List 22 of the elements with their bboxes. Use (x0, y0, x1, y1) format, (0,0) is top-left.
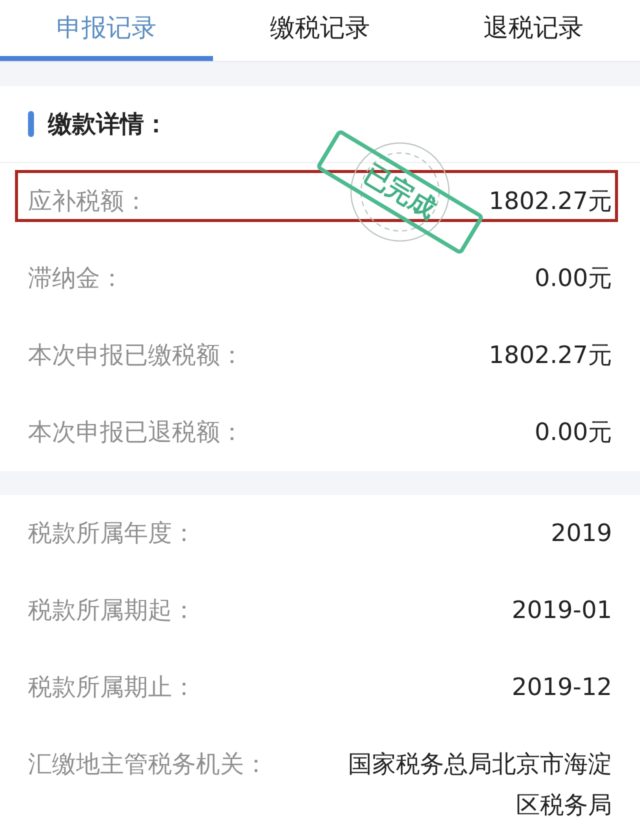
field-label: 本次申报已退税额： (28, 417, 244, 448)
field-label: 应补税额： (28, 186, 148, 217)
seal-ring-icon (350, 142, 450, 242)
section-marker-icon (28, 111, 34, 137)
field-value: 国家税务总局北京市海淀区税务局 (347, 749, 612, 821)
field-label: 税款所属年度： (28, 518, 196, 549)
field-label: 税款所属期起： (28, 595, 196, 626)
field-value: 1802.27元 (488, 340, 612, 371)
field-value: 2019-01 (512, 595, 612, 626)
field-label: 税款所属期止： (28, 672, 196, 703)
field-label: 本次申报已缴税额： (28, 340, 244, 371)
field-value: 0.00元 (534, 263, 612, 294)
field-label: 汇缴地主管税务机关： (28, 749, 268, 780)
field-label: 滞纳金： (28, 263, 124, 294)
field-value: 2019 (550, 518, 612, 549)
tab[interactable]: 退税记录 (426, 0, 640, 61)
field-value: 1802.27元 (488, 186, 612, 217)
status-stamp: 已完成 (315, 128, 485, 256)
field-value: 2019-12 (512, 672, 612, 703)
tab[interactable]: 缴税记录 (213, 0, 427, 61)
field-value: 0.00元 (534, 417, 612, 448)
section-title: 缴款详情： (48, 109, 168, 140)
